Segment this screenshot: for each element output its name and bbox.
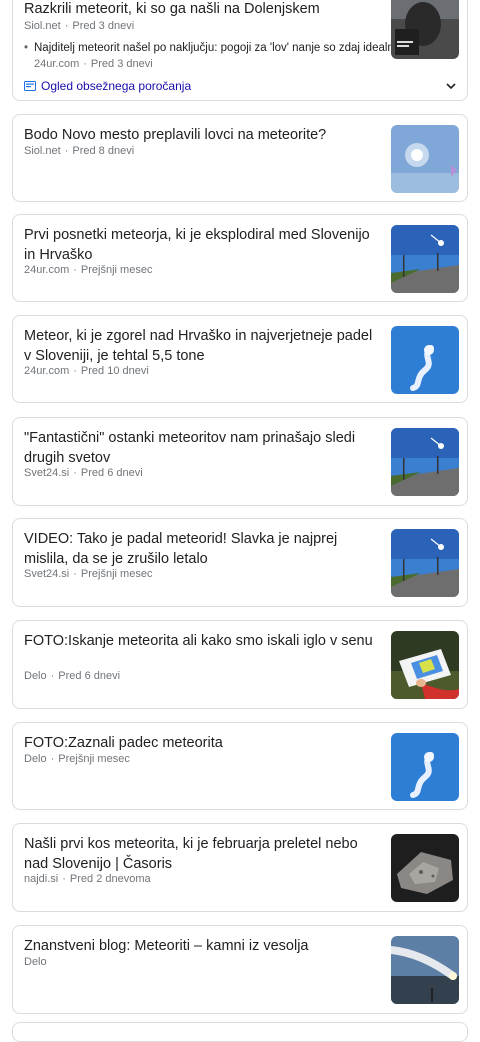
full-coverage-link[interactable]: Ogled obsežnega poročanja	[24, 79, 191, 93]
news-meta: Delo	[24, 956, 47, 969]
road-meteor-thumbnail-icon	[391, 428, 459, 496]
news-meta: Svet24.si · Pred 6 dnevi	[24, 467, 143, 479]
news-source: Delo	[24, 956, 47, 968]
news-source: Siol.net	[24, 145, 61, 157]
featured-meta: Siol.net · Pred 3 dnevi	[24, 20, 135, 32]
news-source: 24ur.com	[24, 264, 70, 276]
news-headline[interactable]: Bodo Novo mesto preplavili lovci na mete…	[24, 125, 374, 145]
road-meteor-thumbnail-icon	[391, 529, 459, 597]
news-time: Pred 2 dnevoma	[69, 873, 151, 885]
news-thumbnail[interactable]	[391, 834, 459, 902]
news-source: Svet24.si	[24, 568, 70, 580]
sun-sky-thumbnail-icon	[391, 125, 459, 193]
news-source: Delo	[24, 670, 47, 682]
news-meta: Siol.net · Pred 8 dnevi	[24, 145, 135, 157]
news-thumbnail[interactable]	[391, 428, 459, 496]
news-time: Pred 8 dnevi	[72, 145, 135, 157]
news-time: Prejšnji mesec	[80, 264, 153, 276]
related-headline[interactable]: • Najditelj meteorit našel po naključju: …	[24, 41, 404, 55]
news-card[interactable]: Našli prvi kos meteorita, ki je februarj…	[12, 823, 468, 912]
featured-source: Siol.net	[24, 20, 61, 32]
news-time: Prejšnji mesec	[58, 753, 130, 765]
chevron-down-icon[interactable]	[445, 80, 457, 92]
news-thumbnail[interactable]	[391, 733, 459, 801]
rock-thumbnail-icon	[391, 834, 459, 902]
news-card[interactable]: Bodo Novo mesto preplavili lovci na mete…	[12, 114, 468, 202]
news-headline[interactable]: Znanstveni blog: Meteoriti – kamni iz ve…	[24, 936, 374, 956]
news-headline[interactable]: FOTO:Zaznali padec meteorita	[24, 733, 374, 753]
fireball-trail-thumbnail-icon	[391, 936, 459, 1004]
news-headline[interactable]: FOTO:Iskanje meteorita ali kako smo iska…	[24, 631, 374, 651]
news-time: Pred 10 dnevi	[80, 365, 149, 377]
news-thumbnail[interactable]	[391, 936, 459, 1004]
news-time: Pred 6 dnevi	[58, 670, 121, 682]
news-meta: 24ur.com · Prejšnji mesec	[24, 264, 153, 276]
news-card[interactable]: Znanstveni blog: Meteoriti – kamni iz ve…	[12, 925, 468, 1014]
news-time: Prejšnji mesec	[80, 568, 153, 580]
smoke-trail-thumbnail-icon	[391, 733, 459, 801]
news-source: 24ur.com	[24, 365, 70, 377]
news-thumbnail[interactable]	[391, 326, 459, 394]
featured-time: Pred 3 dnevi	[72, 20, 135, 32]
featured-news-card[interactable]: Razkrili meteorit, ki so ga našli na Dol…	[12, 0, 468, 101]
news-thumbnail[interactable]	[391, 529, 459, 597]
news-headline[interactable]: "Fantastični" ostanki meteoritov nam pri…	[24, 428, 374, 468]
news-meta: Svet24.si · Prejšnji mesec	[24, 568, 153, 580]
map-in-hand-thumbnail-icon	[391, 631, 459, 699]
meteorite-photo-icon	[391, 0, 459, 59]
news-meta: najdi.si · Pred 2 dnevoma	[24, 873, 151, 885]
news-card[interactable]: Prvi posnetki meteorja, ki je eksplodira…	[12, 214, 468, 302]
smoke-trail-thumbnail-icon	[391, 326, 459, 394]
news-card[interactable]: Meteor, ki je zgorel nad Hrvaško in najv…	[12, 315, 468, 403]
coverage-icon	[24, 81, 36, 91]
news-headline[interactable]: Našli prvi kos meteorita, ki je februarj…	[24, 834, 374, 874]
news-thumbnail[interactable]	[391, 125, 459, 193]
news-card[interactable]: FOTO:Iskanje meteorita ali kako smo iska…	[12, 620, 468, 709]
next-news-card[interactable]	[12, 1022, 468, 1042]
news-headline[interactable]: Meteor, ki je zgorel nad Hrvaško in najv…	[24, 326, 374, 366]
news-time: Pred 6 dnevi	[80, 467, 143, 479]
news-meta: 24ur.com · Pred 10 dnevi	[24, 365, 149, 377]
related-headline-text: Najditelj meteorit našel po naključju: p…	[34, 42, 397, 54]
news-card[interactable]: "Fantastični" ostanki meteoritov nam pri…	[12, 417, 468, 506]
news-headline[interactable]: Prvi posnetki meteorja, ki je eksplodira…	[24, 225, 374, 265]
news-card[interactable]: FOTO:Zaznali padec meteorita Delo · Prejšnj…	[12, 722, 468, 810]
news-thumbnail[interactable]	[391, 225, 459, 293]
news-card[interactable]: VIDEO: Tako je padal meteorid! Slavka je…	[12, 518, 468, 607]
news-source: Svet24.si	[24, 467, 70, 479]
news-source: Delo	[24, 753, 47, 765]
featured-thumbnail[interactable]	[391, 0, 459, 59]
related-meta: 24ur.com · Pred 3 dnevi	[34, 58, 153, 70]
news-headline[interactable]: VIDEO: Tako je padal meteorid! Slavka je…	[24, 529, 374, 569]
news-source: najdi.si	[24, 873, 59, 885]
news-meta: Delo · Pred 6 dnevi	[24, 670, 121, 682]
featured-headline[interactable]: Razkrili meteorit, ki so ga našli na Dol…	[24, 0, 374, 19]
news-thumbnail[interactable]	[391, 631, 459, 699]
road-meteor-thumbnail-icon	[391, 225, 459, 293]
news-meta: Delo · Prejšnji mesec	[24, 753, 130, 765]
